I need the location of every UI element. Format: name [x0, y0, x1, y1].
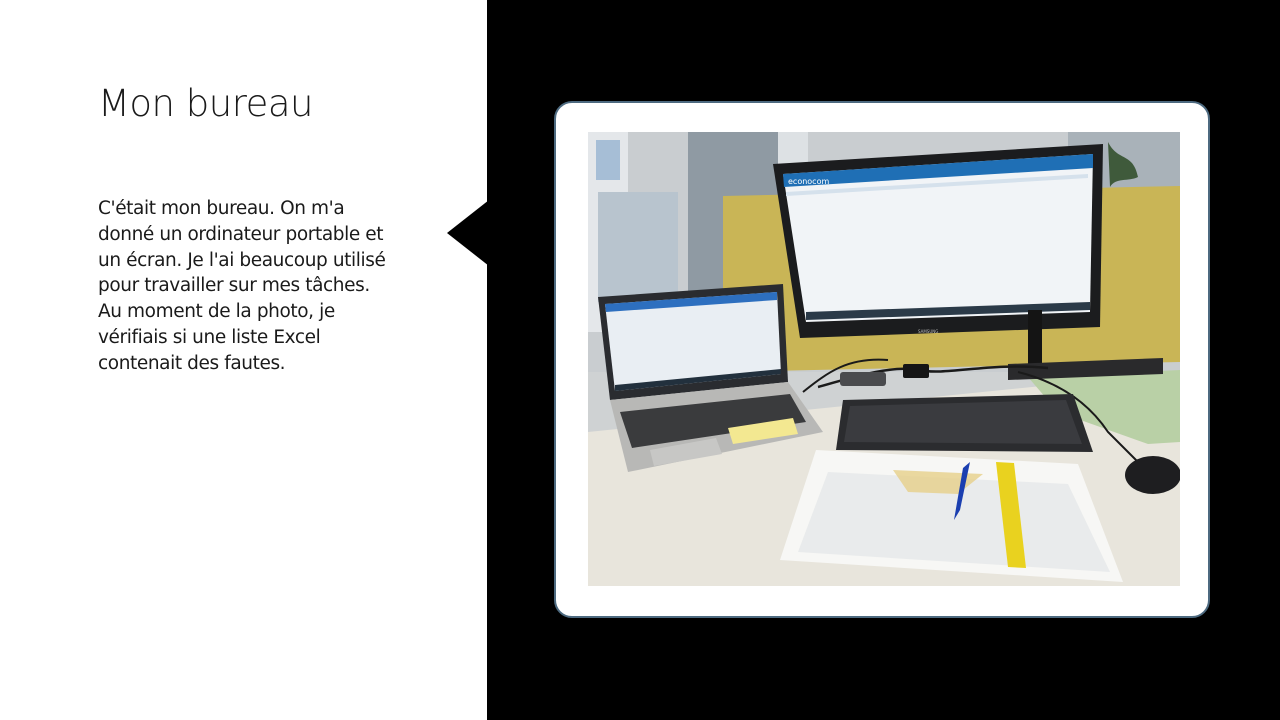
slide-title: Mon bureau: [98, 82, 314, 125]
monitor-bezel-text: SAMSUNG: [918, 329, 938, 334]
body-line: C'était mon bureau. On m'a: [98, 198, 345, 219]
slide-body-text: C'était mon bureau. On m'a donné un ordi…: [98, 196, 428, 377]
desk-photo: econocom SAMSUNG: [588, 132, 1180, 586]
body-line: donné un ordinateur portable et: [98, 223, 384, 245]
body-line: un écran. Je l'ai beaucoup utilisé: [98, 249, 386, 271]
docking-station: [840, 372, 886, 386]
power-adapter: [903, 364, 929, 378]
callout-pointer: [447, 200, 489, 266]
monitor-stand: [1028, 310, 1042, 370]
body-line: vérifiais si une liste Excel: [98, 326, 321, 348]
monitor-brand-text: econocom: [788, 177, 829, 186]
glass-partition: [598, 192, 678, 302]
mouse: [1125, 456, 1180, 494]
body-line: pour travailler sur mes tâches.: [98, 275, 370, 297]
desk-photo-illustration: econocom SAMSUNG: [588, 132, 1180, 586]
body-line: Au moment de la photo, je: [98, 301, 335, 323]
keyboard-keys: [844, 400, 1082, 444]
text-pane: Mon bureau C'était mon bureau. On m'a do…: [0, 0, 487, 720]
wall-poster: [596, 140, 620, 180]
body-line: contenait des fautes.: [98, 352, 286, 374]
